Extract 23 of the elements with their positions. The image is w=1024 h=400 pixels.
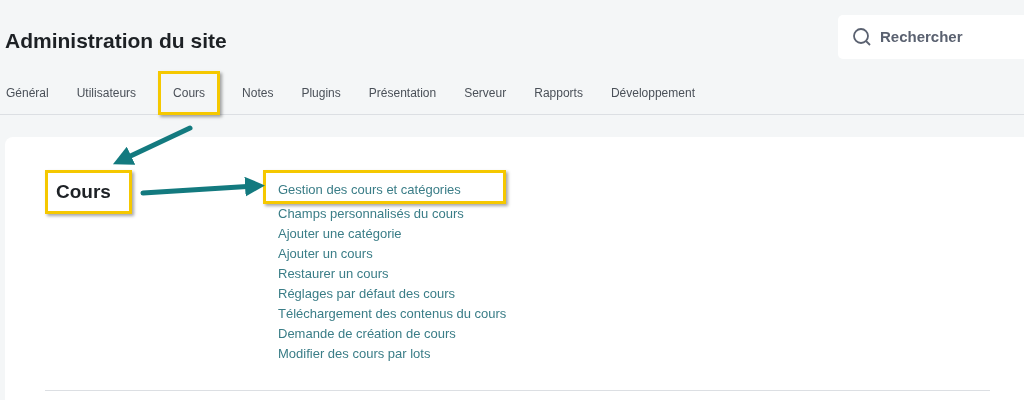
nav-tab[interactable]: Plugins bbox=[295, 70, 347, 115]
search-box[interactable]: Rechercher bbox=[838, 15, 1024, 59]
section-heading: Cours bbox=[45, 170, 132, 214]
course-link[interactable]: Ajouter un cours bbox=[278, 244, 507, 264]
course-link[interactable]: Restaurer un cours bbox=[278, 264, 507, 284]
nav-tab[interactable]: Serveur bbox=[458, 70, 513, 115]
nav-tab[interactable]: Notes bbox=[236, 70, 280, 115]
course-link[interactable]: Ajouter une catégorie bbox=[278, 224, 507, 244]
nav-tab[interactable]: Cours bbox=[158, 70, 221, 115]
nav-tab[interactable]: Présentation bbox=[362, 70, 443, 115]
course-link[interactable]: Téléchargement des contenus du cours bbox=[278, 304, 507, 324]
nav-tab[interactable]: Développement bbox=[604, 70, 701, 115]
course-link[interactable]: Champs personnalisés du cours bbox=[278, 204, 507, 224]
course-link[interactable]: Demande de création de cours bbox=[278, 324, 507, 344]
nav-tab[interactable]: Général bbox=[0, 70, 55, 115]
search-icon bbox=[852, 27, 872, 47]
search-input[interactable]: Rechercher bbox=[880, 25, 1010, 49]
nav-tab[interactable]: Rapports bbox=[528, 70, 589, 115]
nav-tab[interactable]: Utilisateurs bbox=[70, 70, 143, 115]
course-link[interactable]: Réglages par défaut des cours bbox=[278, 284, 507, 304]
course-link[interactable]: Gestion des cours et catégories bbox=[263, 170, 507, 204]
page-title: Administration du site bbox=[5, 28, 227, 54]
course-link[interactable]: Modifier des cours par lots bbox=[278, 344, 507, 364]
